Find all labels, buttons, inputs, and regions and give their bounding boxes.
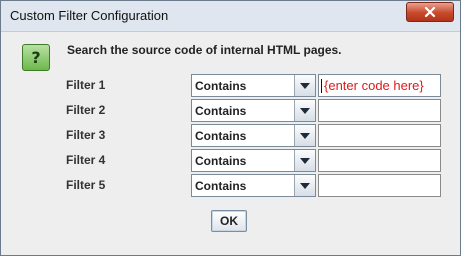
filter-row: Filter 3 Contains: [2, 124, 461, 147]
filter-condition-value: Contains: [195, 179, 247, 193]
close-button[interactable]: [406, 2, 454, 22]
dialog-content: ? Search the source code of internal HTM…: [2, 32, 459, 254]
dialog-window: Custom Filter Configuration ? Search the…: [0, 0, 461, 256]
filter-condition-value: Contains: [195, 129, 247, 143]
filter-condition-select[interactable]: Contains: [191, 99, 316, 122]
filter-label: Filter 2: [66, 103, 106, 117]
dropdown-arrow-button[interactable]: [294, 125, 315, 146]
filter-condition-value: Contains: [195, 104, 247, 118]
filter-condition-value: Contains: [195, 154, 247, 168]
filter-condition-value: Contains: [195, 79, 247, 93]
filter-label: Filter 3: [66, 128, 106, 142]
filter-value-field[interactable]: {enter code here}: [318, 74, 441, 97]
filter-value-text: {enter code here}: [324, 78, 424, 93]
window-title: Custom Filter Configuration: [10, 8, 169, 23]
dropdown-arrow-button[interactable]: [294, 175, 315, 196]
filter-value-field[interactable]: [318, 174, 441, 197]
dropdown-arrow-button[interactable]: [294, 150, 315, 171]
chevron-down-icon: [300, 182, 310, 189]
chevron-down-icon: [300, 132, 310, 139]
filter-condition-select[interactable]: Contains: [191, 149, 316, 172]
filter-value-field[interactable]: [318, 149, 441, 172]
filter-label: Filter 4: [66, 153, 106, 167]
chevron-down-icon: [300, 82, 310, 89]
filter-row: Filter 4 Contains: [2, 149, 461, 172]
filter-condition-select[interactable]: Contains: [191, 74, 316, 97]
filter-condition-select[interactable]: Contains: [191, 124, 316, 147]
help-icon: ?: [22, 44, 50, 71]
filter-label: Filter 1: [66, 78, 106, 92]
dropdown-arrow-button[interactable]: [294, 75, 315, 96]
filter-row: Filter 2 Contains: [2, 99, 461, 122]
filter-row: Filter 5 Contains: [2, 174, 461, 197]
chevron-down-icon: [300, 157, 310, 164]
filter-condition-select[interactable]: Contains: [191, 174, 316, 197]
filter-label: Filter 5: [66, 178, 106, 192]
dropdown-arrow-button[interactable]: [294, 100, 315, 121]
close-icon: [424, 7, 436, 17]
text-caret: [321, 79, 322, 93]
title-bar[interactable]: Custom Filter Configuration: [1, 1, 460, 32]
filter-value-field[interactable]: [318, 124, 441, 147]
dialog-description: Search the source code of internal HTML …: [67, 43, 342, 57]
filter-row: Filter 1 Contains {enter code here}: [2, 74, 461, 97]
ok-button[interactable]: OK: [211, 210, 247, 232]
chevron-down-icon: [300, 107, 310, 114]
filter-value-field[interactable]: [318, 99, 441, 122]
